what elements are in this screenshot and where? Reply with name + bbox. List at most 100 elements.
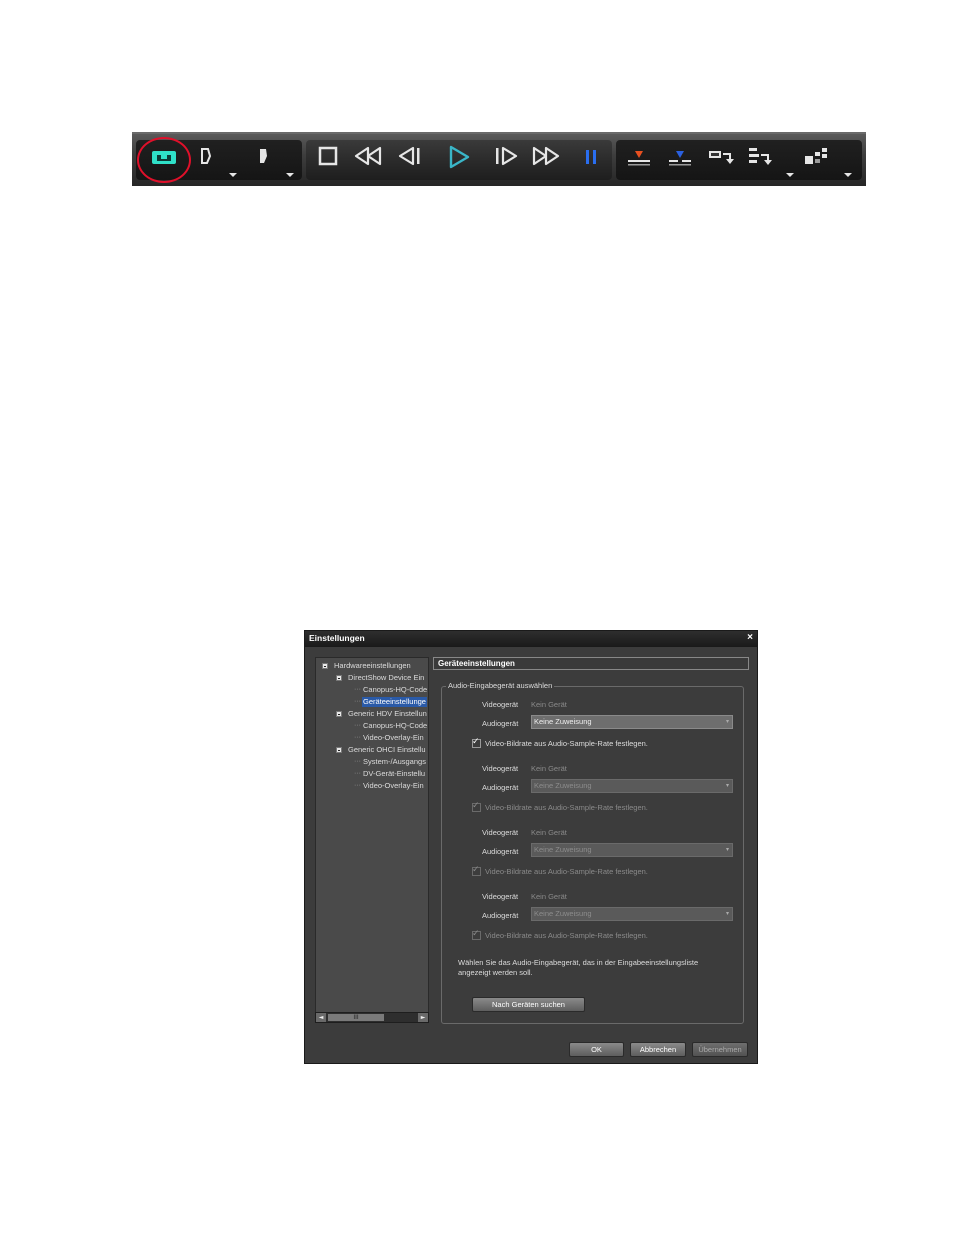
audio-device-selected: Keine Zuweisung bbox=[534, 909, 592, 918]
tree-connector: ··· bbox=[354, 782, 361, 789]
export-icon bbox=[709, 151, 734, 164]
set-in-point-button[interactable] bbox=[194, 142, 224, 172]
step-forward-icon bbox=[496, 146, 518, 166]
check-icon: ✓ bbox=[472, 865, 480, 875]
insert-to-timeline-icon bbox=[628, 151, 650, 166]
overwrite-to-timeline-icon bbox=[669, 151, 691, 166]
play-icon bbox=[449, 145, 470, 169]
tree-item-system-output[interactable]: System-/Ausgangs bbox=[363, 757, 426, 767]
cancel-button[interactable]: Abbrechen bbox=[630, 1042, 686, 1057]
settings-tree: Hardwareeinstellungen DirectShow Device … bbox=[315, 657, 429, 1023]
tree-connector: ··· bbox=[354, 686, 361, 693]
capture-highlight-circle bbox=[137, 137, 191, 183]
overwrite-to-timeline-button[interactable] bbox=[665, 142, 695, 172]
tree-connector: ··· bbox=[354, 758, 361, 765]
framerate-checkbox-label: Video-Bildrate aus Audio-Sample-Rate fes… bbox=[485, 739, 648, 748]
step-back-button[interactable] bbox=[394, 142, 424, 172]
video-device-value: Kein Gerät bbox=[531, 828, 567, 837]
chevron-down-icon: ▾ bbox=[725, 718, 729, 725]
tree-item-directshow[interactable]: DirectShow Device Ein bbox=[348, 673, 424, 683]
video-device-label: Videogerät bbox=[482, 764, 519, 773]
audio-device-label: Audiogerät bbox=[482, 847, 519, 856]
batch-icon bbox=[749, 148, 772, 165]
dialog-title: Einstellungen bbox=[309, 633, 365, 643]
apply-button[interactable]: Übernehmen bbox=[692, 1042, 748, 1057]
insert-to-timeline-button[interactable] bbox=[624, 142, 654, 172]
audio-device-selected: Keine Zuweisung bbox=[534, 845, 592, 854]
tree-item-device-settings[interactable]: Geräteeinstellunge bbox=[362, 697, 427, 707]
layout-icon bbox=[805, 148, 827, 164]
audio-device-selected: Keine Zuweisung bbox=[534, 781, 592, 790]
collapse-icon[interactable] bbox=[336, 747, 342, 753]
scroll-left-icon[interactable]: ◄ bbox=[316, 1013, 326, 1022]
tree-item-generic-hdv[interactable]: Generic HDV Einstellun bbox=[348, 709, 427, 719]
rewind-icon bbox=[354, 146, 382, 166]
collapse-icon[interactable] bbox=[336, 711, 342, 717]
framerate-checkbox-label: Video-Bildrate aus Audio-Sample-Rate fes… bbox=[485, 931, 648, 940]
scroll-right-icon[interactable]: ► bbox=[418, 1013, 428, 1022]
tree-item-video-overlay-1[interactable]: Video-Overlay-Ein bbox=[363, 733, 424, 743]
player-toolbar bbox=[132, 132, 866, 186]
batch-dropdown[interactable] bbox=[785, 164, 795, 177]
framerate-checkbox-label: Video-Bildrate aus Audio-Sample-Rate fes… bbox=[485, 803, 648, 812]
layout-button[interactable] bbox=[802, 142, 832, 172]
audio-device-label: Audiogerät bbox=[482, 783, 519, 792]
play-button[interactable] bbox=[444, 142, 474, 172]
tree-item-generic-ohci[interactable]: Generic OHCI Einstellu bbox=[348, 745, 426, 755]
tree-connector: ··· bbox=[354, 722, 361, 729]
tree-connector: ··· bbox=[354, 734, 361, 741]
tree-item-hardware[interactable]: Hardwareeinstellungen bbox=[334, 661, 411, 671]
set-in-point-icon bbox=[201, 148, 212, 164]
tree-item-dv-device[interactable]: DV-Gerät-Einstellu bbox=[363, 769, 425, 779]
chevron-down-icon: ▾ bbox=[725, 846, 729, 853]
set-out-point-button[interactable] bbox=[250, 142, 280, 172]
close-icon[interactable]: × bbox=[747, 632, 753, 643]
tree-item-canopus-hq-1[interactable]: Canopus-HQ-Code bbox=[363, 685, 427, 695]
chevron-down-icon: ▾ bbox=[725, 782, 729, 789]
dialog-titlebar: Einstellungen × bbox=[305, 631, 757, 647]
framerate-checkbox[interactable]: ✓ bbox=[472, 929, 481, 940]
audio-device-label: Audiogerät bbox=[482, 719, 519, 728]
audio-device-select[interactable]: Keine Zuweisung ▾ bbox=[531, 779, 733, 793]
step-forward-button[interactable] bbox=[492, 142, 522, 172]
video-device-label: Videogerät bbox=[482, 892, 519, 901]
video-device-label: Videogerät bbox=[482, 700, 519, 709]
ok-button[interactable]: OK bbox=[569, 1042, 624, 1057]
audio-device-select[interactable]: Keine Zuweisung ▾ bbox=[531, 843, 733, 857]
stop-button[interactable] bbox=[313, 142, 343, 172]
tree-item-video-overlay-2[interactable]: Video-Overlay-Ein bbox=[363, 781, 424, 791]
set-out-point-icon bbox=[260, 149, 267, 163]
export-button[interactable] bbox=[706, 142, 736, 172]
audio-device-select[interactable]: Keine Zuweisung ▾ bbox=[531, 907, 733, 921]
info-text-line2: angezeigt werden soll. bbox=[458, 968, 533, 977]
batch-button[interactable] bbox=[746, 142, 776, 172]
scroll-thumb[interactable]: III bbox=[328, 1014, 384, 1021]
tree-connector: ··· bbox=[354, 698, 361, 705]
tree-horizontal-scrollbar[interactable]: ◄ III ► bbox=[315, 1012, 429, 1023]
video-device-value: Kein Gerät bbox=[531, 764, 567, 773]
audio-device-select[interactable]: Keine Zuweisung ▾ bbox=[531, 715, 733, 729]
out-point-dropdown[interactable] bbox=[285, 164, 295, 177]
step-back-icon bbox=[398, 146, 420, 166]
audio-input-group: Audio-Eingabegerät auswählen Videogerät … bbox=[441, 681, 744, 1024]
tree-item-canopus-hq-2[interactable]: Canopus-HQ-Code bbox=[363, 721, 427, 731]
settings-dialog: Einstellungen × Hardwareeinstellungen Di… bbox=[304, 630, 758, 1064]
in-point-dropdown[interactable] bbox=[228, 164, 238, 177]
check-icon: ✓ bbox=[472, 801, 480, 811]
rewind-button[interactable] bbox=[352, 142, 382, 172]
collapse-icon[interactable] bbox=[336, 675, 342, 681]
check-icon: ✓ bbox=[472, 929, 480, 939]
pause-icon bbox=[586, 150, 596, 164]
layout-dropdown[interactable] bbox=[843, 164, 853, 177]
framerate-checkbox[interactable]: ✓ bbox=[472, 801, 481, 812]
framerate-checkbox[interactable]: ✓ bbox=[472, 737, 481, 748]
pause-button[interactable] bbox=[578, 142, 608, 172]
fast-forward-icon bbox=[532, 146, 560, 166]
fast-forward-button[interactable] bbox=[530, 142, 560, 172]
chevron-down-icon: ▾ bbox=[725, 910, 729, 917]
framerate-checkbox-label: Video-Bildrate aus Audio-Sample-Rate fes… bbox=[485, 867, 648, 876]
search-devices-button[interactable]: Nach Geräten suchen bbox=[472, 997, 585, 1012]
tree-connector: ··· bbox=[354, 770, 361, 777]
collapse-icon[interactable] bbox=[322, 663, 328, 669]
framerate-checkbox[interactable]: ✓ bbox=[472, 865, 481, 876]
